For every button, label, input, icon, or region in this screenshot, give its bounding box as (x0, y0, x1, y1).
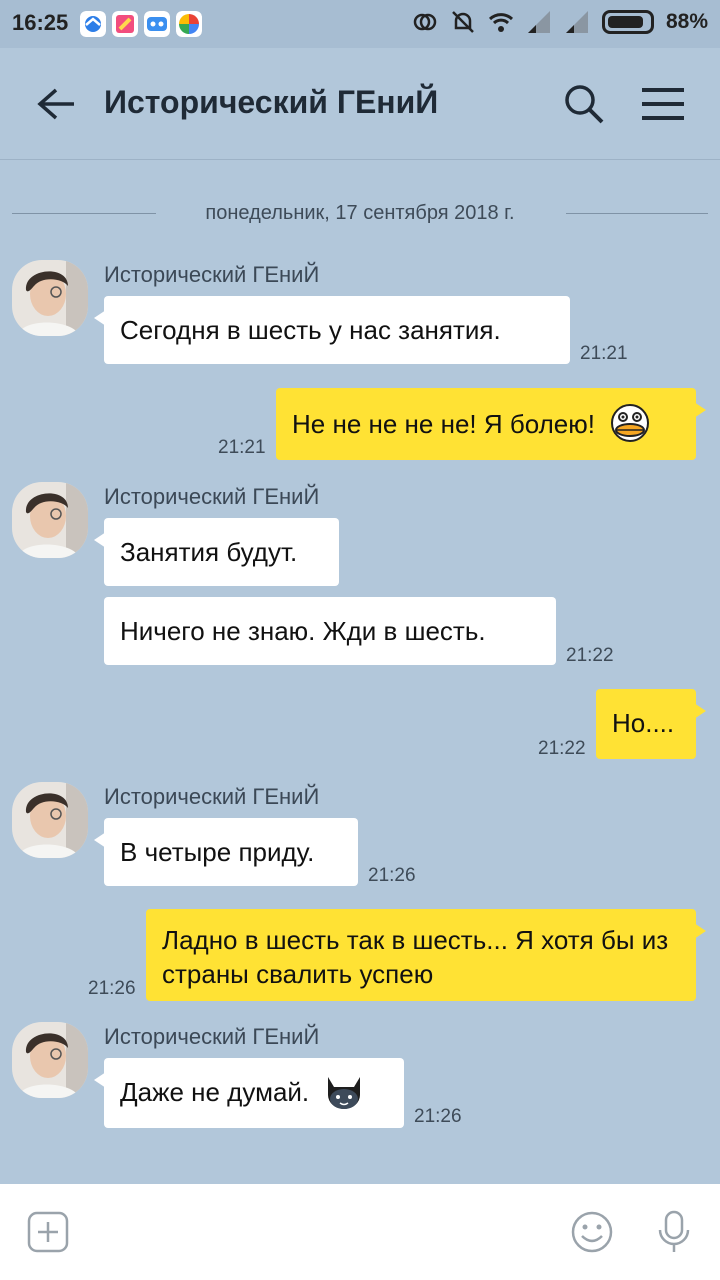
bell-off-icon (452, 11, 474, 33)
date-divider: понедельник, 17 сентября 2018 г. (0, 196, 720, 232)
photos-app-icon (176, 11, 202, 37)
message-text: Сегодня в шесть у нас занятия. (120, 315, 501, 345)
message-bubble-incoming[interactable]: Занятия будут. (94, 518, 339, 586)
sender-name: Исторический ГЕниЙ (104, 1024, 320, 1049)
wifi-icon (488, 13, 513, 32)
avatar[interactable] (12, 260, 88, 336)
message-text: Не не не не не! Я болею! (292, 409, 595, 439)
sender-name: Исторический ГЕниЙ (104, 784, 320, 809)
message-text: Ладно в шесть так в шесть... Я хотя бы и… (162, 925, 669, 989)
hamburger-menu-icon[interactable] (642, 84, 684, 124)
message-bubble-incoming[interactable]: В четыре приду. (94, 818, 358, 886)
message-text: В четыре приду. (120, 837, 315, 867)
signal-icon (527, 11, 550, 33)
sync-icon (413, 13, 437, 31)
message-time: 21:26 (368, 865, 416, 886)
avatar[interactable] (12, 482, 88, 558)
plus-icon[interactable] (26, 1210, 70, 1254)
message-text: Но.... (612, 708, 675, 738)
chat-header: Исторический ГЕниЙ (0, 48, 720, 160)
message-time: 21:22 (566, 645, 614, 666)
message-time: 21:22 (538, 738, 586, 759)
message-bubble-incoming[interactable]: Сегодня в шесть у нас занятия. (94, 296, 570, 364)
chat-title: Исторический ГЕниЙ (104, 84, 439, 120)
message-text: Ничего не знаю. Жди в шесть. (120, 616, 486, 646)
battery-percent: 88% (665, 10, 708, 33)
cat-emoji (328, 1077, 361, 1110)
game-app-icon (144, 11, 170, 37)
message-input-bar (0, 1184, 720, 1280)
message-bubble-incoming[interactable]: Ничего не знаю. Жди в шесть. (104, 597, 556, 665)
message-bubble-outgoing[interactable]: Не не не не не! Я болею! (276, 388, 706, 460)
message-bubble-outgoing[interactable]: Но.... (596, 689, 706, 759)
message-time: 21:26 (88, 978, 136, 999)
search-icon[interactable] (562, 82, 606, 126)
sender-name: Исторический ГЕниЙ (104, 484, 320, 509)
message-bubble-incoming[interactable]: Даже не думай. (94, 1058, 404, 1128)
message-text: Занятия будут. (120, 537, 298, 567)
message-time: 21:21 (580, 343, 628, 364)
avatar[interactable] (12, 782, 88, 858)
sender-name: Исторический ГЕниЙ (104, 262, 320, 287)
date-label: понедельник, 17 сентября 2018 г. (205, 202, 515, 224)
arrow-left-icon[interactable] (34, 84, 78, 124)
message-bubble-outgoing[interactable]: Ладно в шесть так в шесть... Я хотя бы и… (146, 909, 706, 1001)
status-bar: 16:25 88% (0, 0, 720, 48)
avatar[interactable] (12, 1022, 88, 1098)
duck-emoji (611, 404, 650, 443)
smiley-icon[interactable] (570, 1210, 614, 1254)
status-right: 88% (412, 9, 708, 35)
message-text: Даже не думай. (120, 1077, 310, 1107)
browser-app-icon (80, 11, 106, 37)
message-time: 21:21 (218, 437, 266, 458)
microphone-icon[interactable] (652, 1210, 696, 1254)
kite-app-icon (112, 11, 138, 37)
battery-icon (601, 10, 654, 34)
status-time: 16:25 (12, 10, 69, 35)
signal-icon (565, 11, 588, 33)
message-time: 21:26 (414, 1106, 462, 1127)
notification-icons (80, 11, 202, 37)
